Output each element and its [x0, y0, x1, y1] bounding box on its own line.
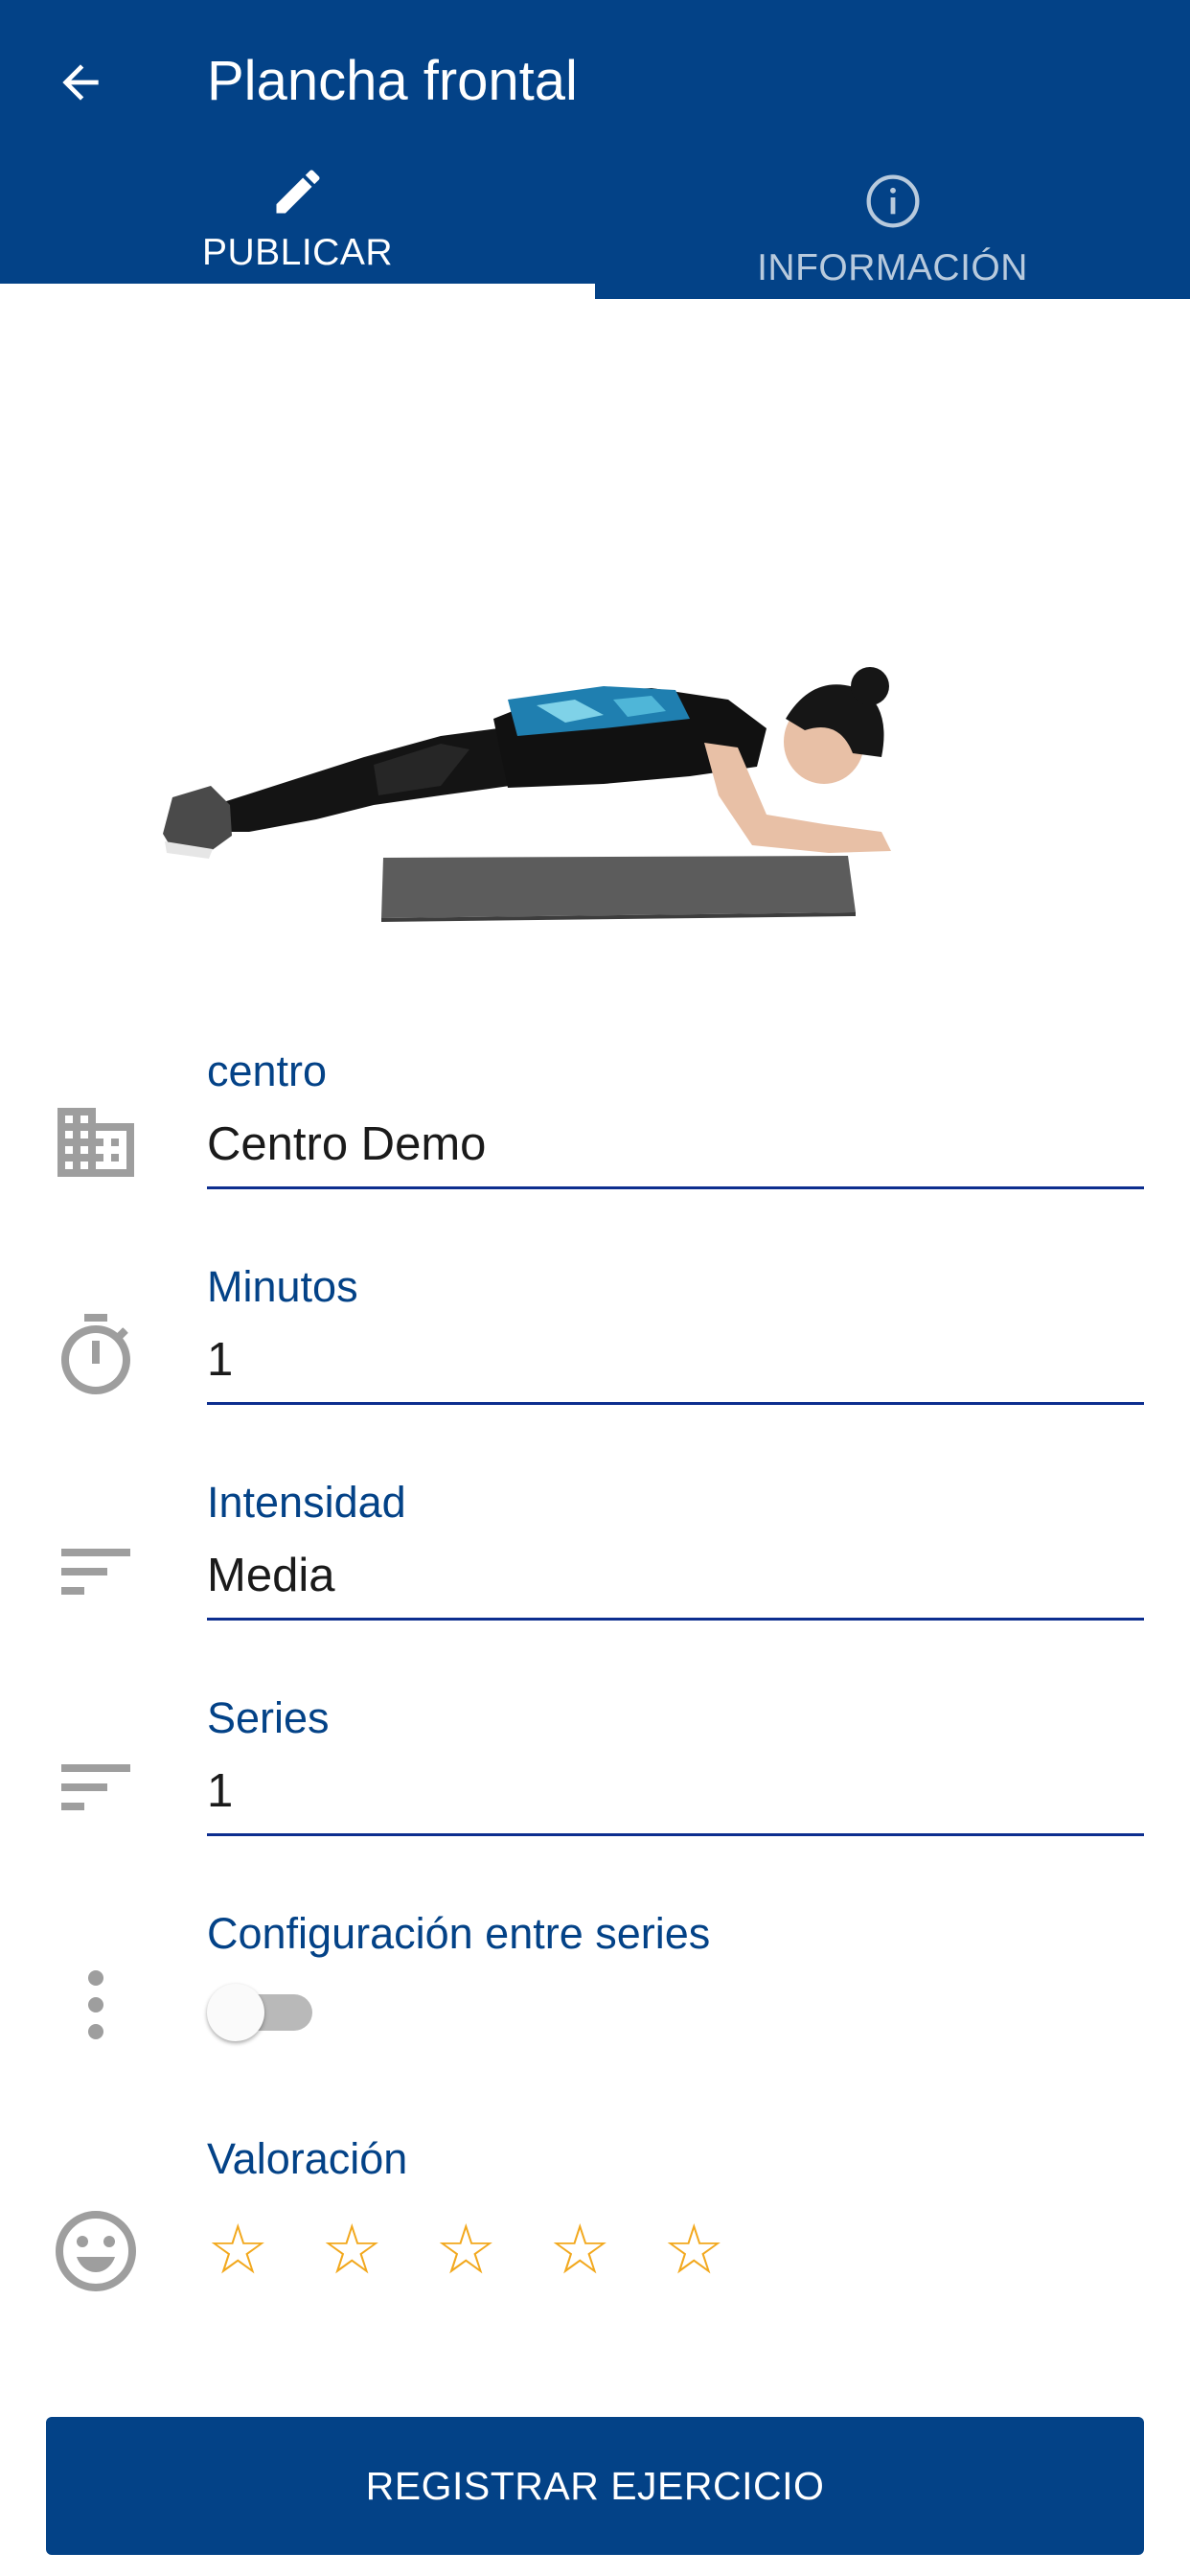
tab-publicar-label: PUBLICAR: [201, 232, 394, 273]
rating-stars: ☆ ☆ ☆ ☆ ☆: [207, 2216, 777, 2285]
sort-icon: [50, 1526, 142, 1618]
minutos-underline: [207, 1402, 1144, 1405]
config-series-label: Configuración entre series: [207, 1909, 711, 1958]
minutos-label: Minutos: [207, 1262, 358, 1311]
toggle-thumb: [207, 1984, 264, 2041]
smiley-icon: [50, 2205, 142, 2297]
intensidad-field[interactable]: Media: [207, 1547, 334, 1604]
config-series-row: Configuración entre series: [0, 1907, 1190, 2080]
stopwatch-icon: [50, 1310, 142, 1402]
info-icon: [866, 174, 919, 228]
series-row: Series 1: [0, 1691, 1190, 1854]
exercise-image: [163, 667, 891, 922]
tab-publicar[interactable]: PUBLICAR: [0, 163, 595, 299]
config-series-toggle[interactable]: [207, 1984, 312, 2041]
intensidad-row: Intensidad Media: [0, 1476, 1190, 1639]
pencil-icon: [276, 170, 320, 214]
app-bar: Plancha frontal PUBLICAR INFORMACIÓN: [0, 0, 1190, 299]
star-5-icon[interactable]: ☆: [663, 2216, 777, 2285]
tab-informacion[interactable]: INFORMACIÓN: [595, 163, 1190, 299]
star-4-icon[interactable]: ☆: [549, 2216, 663, 2285]
centro-field[interactable]: Centro Demo: [207, 1116, 486, 1173]
centro-label: centro: [207, 1046, 328, 1095]
series-underline: [207, 1833, 1144, 1836]
legs: [220, 728, 510, 832]
minutos-row: Minutos 1: [0, 1260, 1190, 1423]
intensidad-label: Intensidad: [207, 1478, 406, 1527]
registrar-ejercicio-button[interactable]: REGISTRAR EJERCICIO: [46, 2417, 1144, 2555]
centro-row: centro Centro Demo: [0, 1045, 1190, 1208]
back-button[interactable]: [36, 38, 125, 126]
star-3-icon[interactable]: ☆: [435, 2216, 549, 2285]
yoga-mat: [381, 856, 856, 918]
series-field[interactable]: 1: [207, 1762, 233, 1820]
page-title: Plancha frontal: [207, 50, 578, 112]
star-2-icon[interactable]: ☆: [321, 2216, 435, 2285]
minutos-field[interactable]: 1: [207, 1331, 233, 1389]
sort-icon: [50, 1741, 142, 1833]
star-1-icon[interactable]: ☆: [207, 2216, 321, 2285]
tab-informacion-label: INFORMACIÓN: [757, 247, 1028, 288]
valoracion-row: Valoración ☆ ☆ ☆ ☆ ☆: [0, 2132, 1190, 2324]
series-label: Series: [207, 1693, 330, 1742]
valoracion-label: Valoración: [207, 2134, 408, 2183]
intensidad-underline: [207, 1618, 1144, 1621]
more-vertical-icon: [50, 1959, 142, 2051]
centro-underline: [207, 1186, 1144, 1189]
tab-indicator: [0, 284, 595, 299]
arrow-left-icon: [62, 64, 99, 101]
building-icon: [50, 1096, 142, 1188]
